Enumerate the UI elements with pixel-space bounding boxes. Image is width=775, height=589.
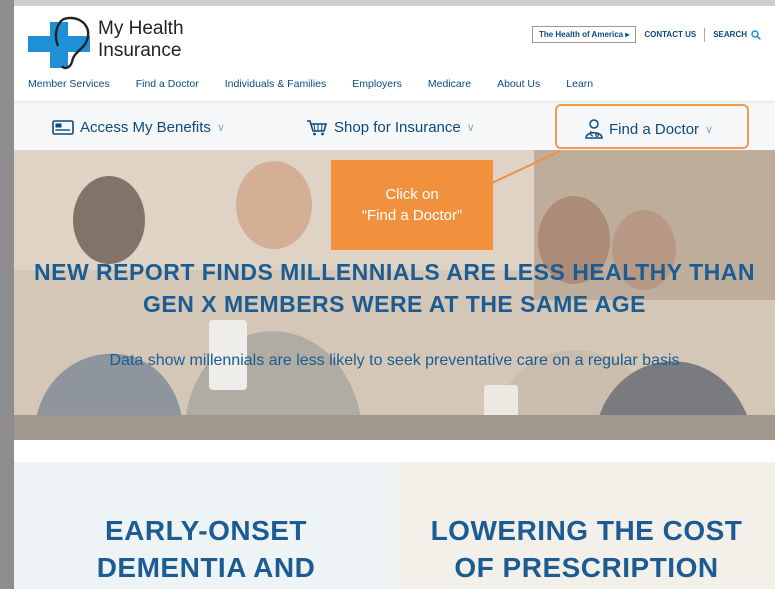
shop-insurance-label: Shop for Insurance [334, 119, 461, 136]
nav-individuals-families[interactable]: Individuals & Families [225, 78, 327, 90]
contact-us-link[interactable]: CONTACT US [644, 30, 696, 39]
chevron-down-icon: ∨ [216, 122, 225, 134]
hero-headline-line-2: GEN X MEMBERS WERE AT THE SAME AGE [142, 291, 646, 317]
article-card-title-line-1: EARLY-ONSET [104, 515, 308, 546]
brand-name[interactable]: My Health Insurance [98, 18, 184, 62]
article-card-title-line-2: OF PRESCRIPTION [454, 552, 719, 583]
utility-links: The Health of America ▸ CONTACT US SEARC… [531, 26, 761, 43]
search-icon [751, 29, 761, 40]
article-card-title: LOWERING THE COST OF PRESCRIPTION [398, 512, 775, 586]
section-spacer [14, 440, 775, 462]
utility-divider [704, 27, 706, 42]
article-card-prescription[interactable]: LOWERING THE COST OF PRESCRIPTION [398, 462, 775, 589]
search-link[interactable]: SEARCH [713, 29, 761, 40]
article-card-title: EARLY-ONSET DEMENTIA AND [14, 512, 398, 586]
chevron-down-icon: ∨ [466, 122, 475, 134]
brand-line-2: Insurance [98, 40, 182, 61]
instruction-callout: Click on “Find a Doctor” [331, 160, 493, 250]
article-card-title-line-1: LOWERING THE COST [430, 515, 743, 546]
find-a-doctor-highlight [555, 104, 749, 149]
screen: My Health Insurance The Health of Americ… [0, 0, 775, 589]
nav-find-a-doctor[interactable]: Find a Doctor [136, 78, 199, 90]
shop-insurance-menu[interactable]: Shop for Insurance ∨ [306, 119, 475, 136]
callout-line-1: Click on [385, 186, 439, 203]
hero-headline-line-1: NEW REPORT FINDS MILLENNIALS ARE LESS HE… [34, 259, 755, 285]
nav-member-services[interactable]: Member Services [28, 78, 110, 90]
id-card-icon [52, 120, 74, 135]
access-benefits-label: Access My Benefits [80, 119, 211, 136]
article-card-title-line-2: DEMENTIA AND [96, 552, 316, 583]
nav-about-us[interactable]: About Us [497, 78, 540, 90]
hero-headline[interactable]: NEW REPORT FINDS MILLENNIALS ARE LESS HE… [14, 256, 775, 320]
nav-employers[interactable]: Employers [352, 78, 402, 90]
main-nav: Member Services Find a Doctor Individual… [28, 78, 619, 90]
nav-medicare[interactable]: Medicare [428, 78, 471, 90]
brand-line-1: My Health [98, 18, 184, 39]
site-header: My Health Insurance The Health of Americ… [14, 6, 775, 100]
callout-line-2: “Find a Doctor” [361, 207, 463, 224]
quick-access-bar: Access My Benefits ∨ Shop for Insurance … [14, 102, 775, 151]
hero-subtext: Data show millennials are less likely to… [109, 352, 680, 369]
window-left-bar [0, 0, 14, 589]
health-of-america-link[interactable]: The Health of America ▸ [531, 26, 637, 43]
article-card-dementia[interactable]: EARLY-ONSET DEMENTIA AND [14, 462, 398, 589]
access-benefits-menu[interactable]: Access My Benefits ∨ [52, 119, 225, 136]
search-label: SEARCH [713, 30, 747, 39]
nav-learn[interactable]: Learn [566, 78, 593, 90]
health-cross-logo-icon[interactable] [28, 16, 98, 70]
shopping-cart-icon [307, 120, 328, 136]
